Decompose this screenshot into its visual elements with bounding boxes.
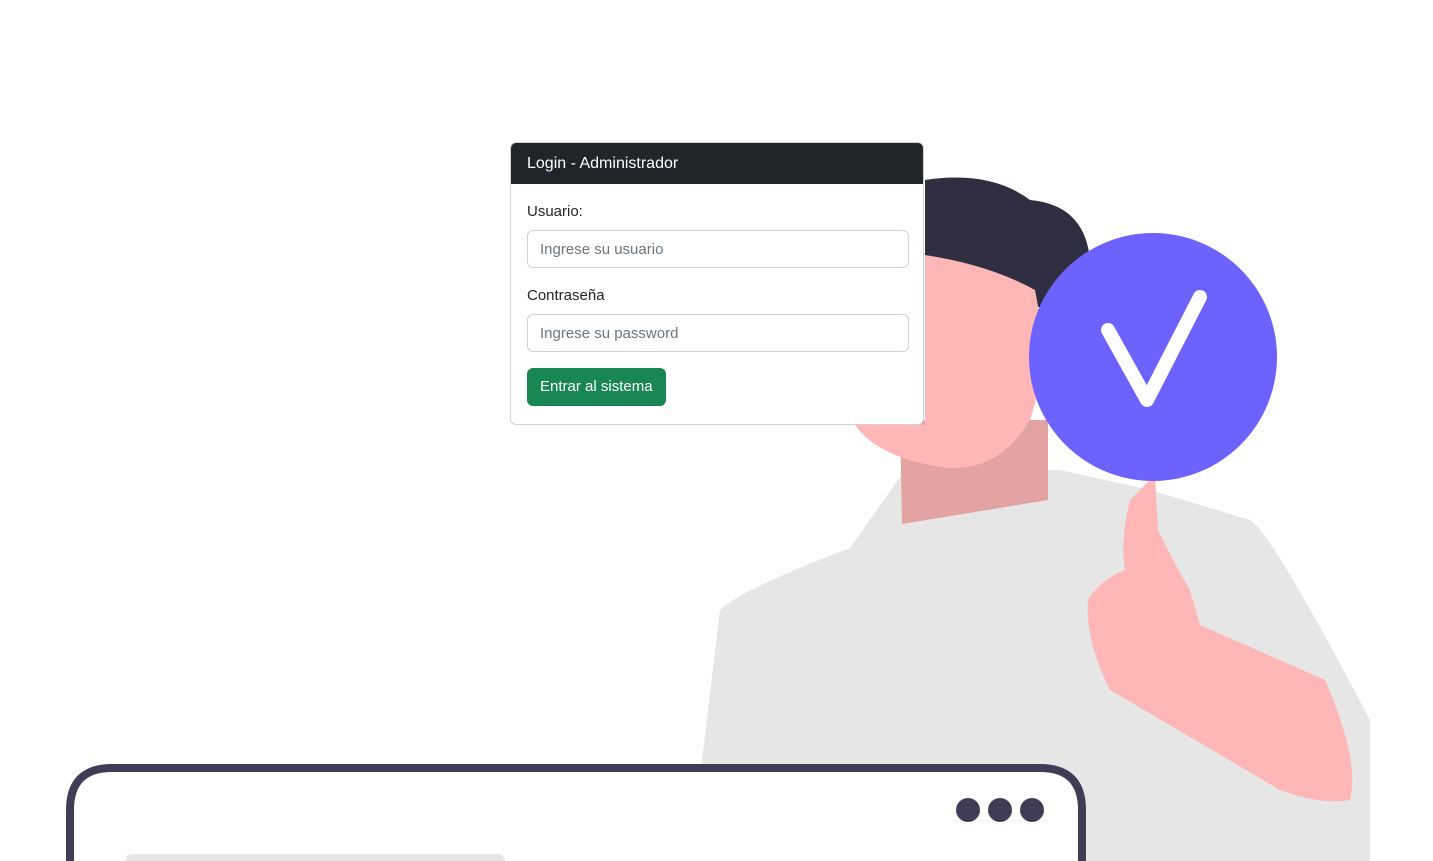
login-card-header: Login - Administrador bbox=[511, 143, 923, 184]
username-input[interactable] bbox=[527, 230, 909, 268]
browser-window-frame bbox=[66, 764, 1086, 861]
browser-address-bar bbox=[125, 854, 505, 861]
window-dots-icon bbox=[956, 798, 1044, 822]
login-card: Login - Administrador Usuario: Contraseñ… bbox=[510, 142, 924, 425]
background-illustration bbox=[66, 177, 1370, 861]
login-page: Login - Administrador Usuario: Contraseñ… bbox=[0, 0, 1433, 861]
password-label: Contraseña bbox=[527, 287, 605, 304]
login-form: Usuario: Contraseña Entrar al sistema bbox=[511, 184, 923, 422]
password-input[interactable] bbox=[527, 314, 909, 352]
password-group: Contraseña bbox=[527, 284, 909, 352]
username-label: Usuario: bbox=[527, 203, 583, 220]
check-badge-icon bbox=[1029, 233, 1277, 481]
username-group: Usuario: bbox=[527, 200, 909, 268]
login-submit-button[interactable]: Entrar al sistema bbox=[527, 368, 666, 406]
